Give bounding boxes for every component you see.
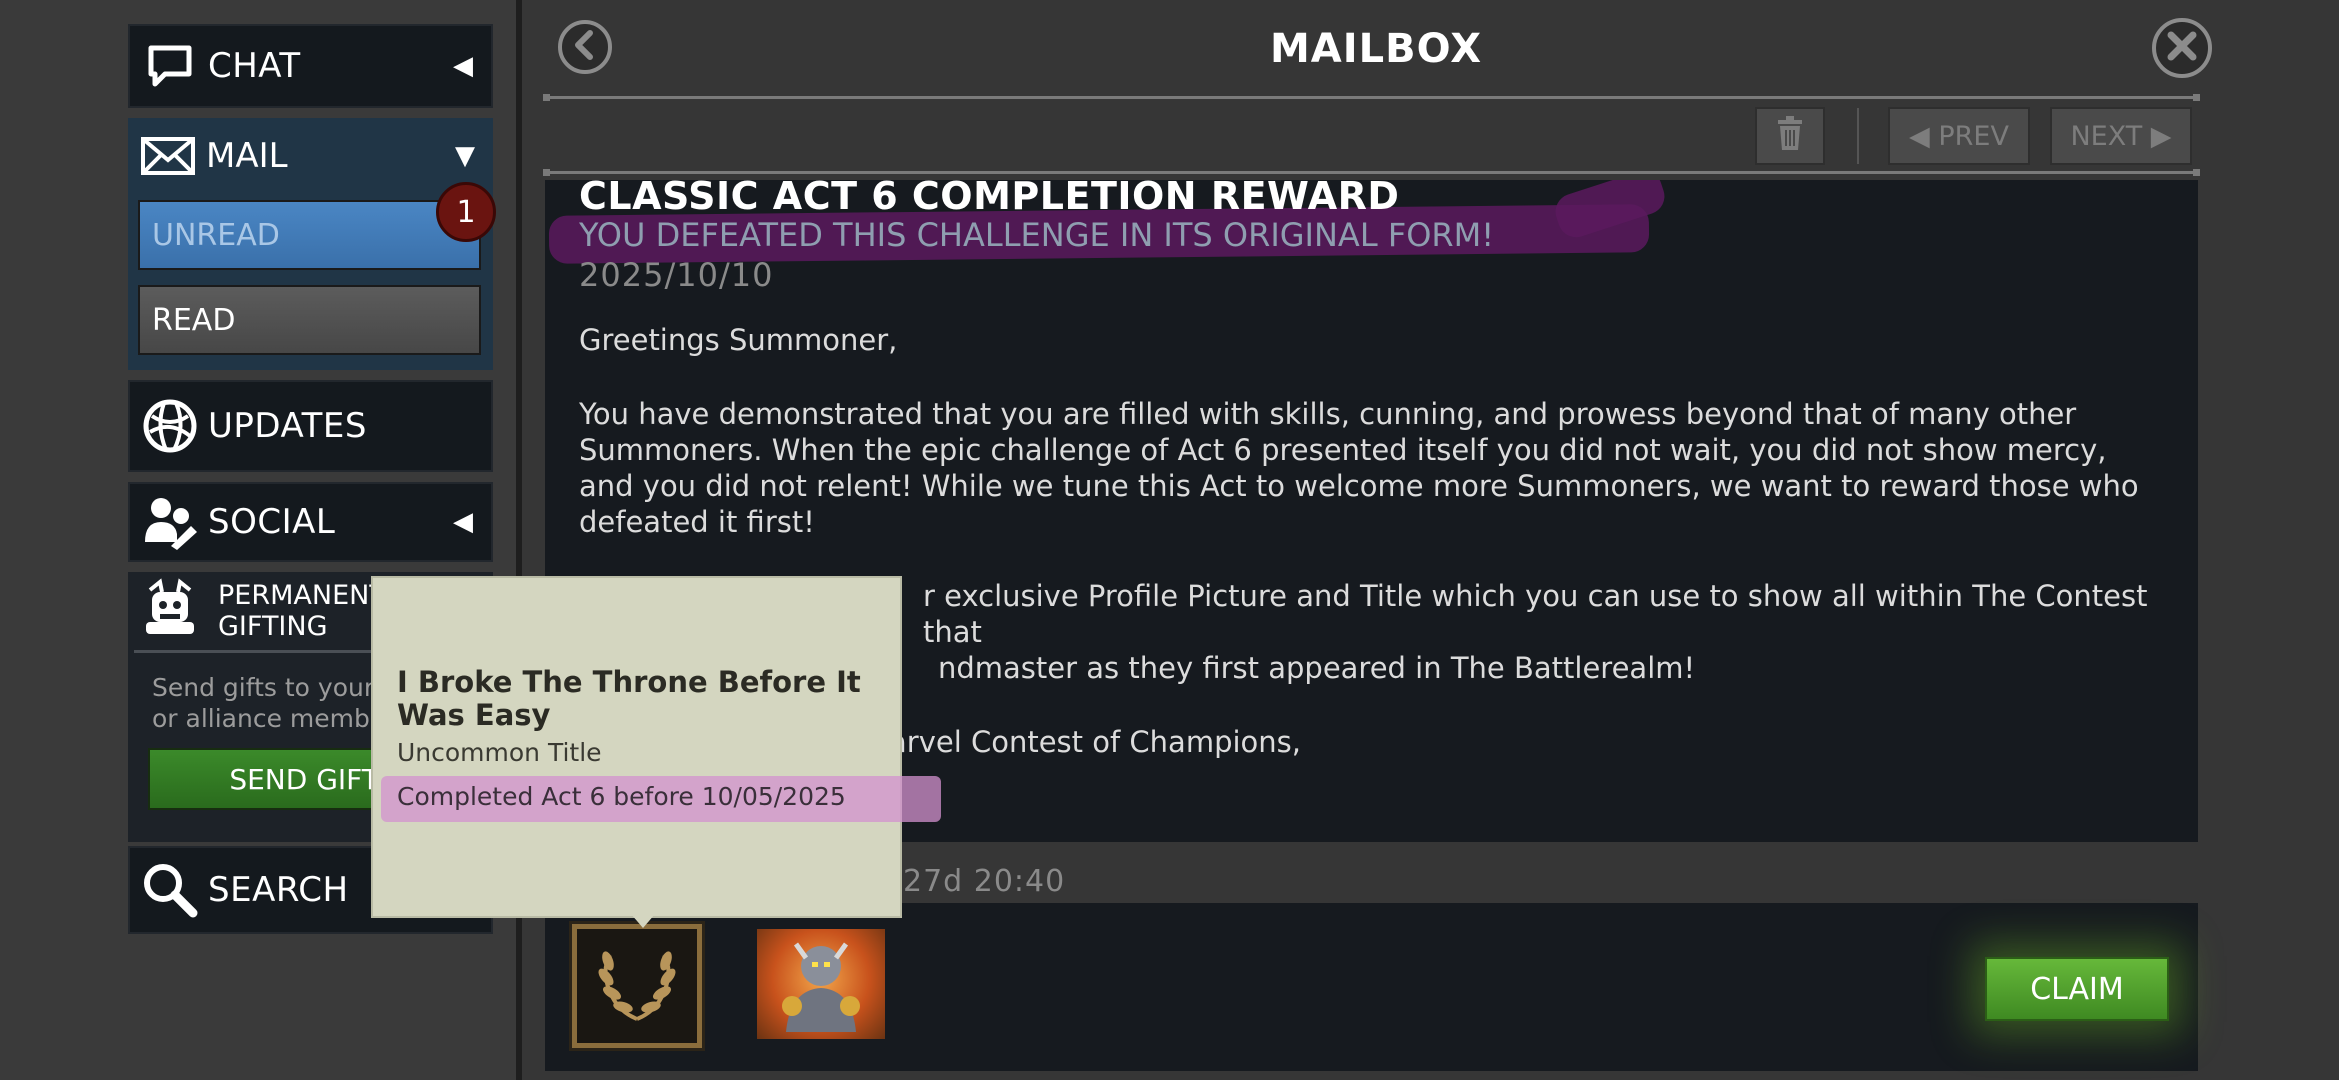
sidebar-item-label: MAIL [206, 136, 288, 176]
divider-endcap [543, 94, 550, 101]
close-button[interactable] [2152, 18, 2212, 78]
tooltip-pointer [631, 914, 655, 928]
toolbar-separator [1857, 108, 1859, 164]
next-button[interactable]: NEXT ▶ [2050, 107, 2192, 165]
tooltip-title-name: I Broke The Throne Before It Was Easy [397, 665, 861, 732]
message-paragraph-line: ndmaster as they first appeared in The B… [938, 651, 1696, 685]
sidebar-item-updates[interactable]: UPDATES [128, 380, 493, 472]
reward-profile-picture-item[interactable] [757, 929, 885, 1039]
close-icon [2166, 30, 2198, 66]
trash-icon [1776, 115, 1804, 158]
rewards-strip [545, 903, 2198, 1071]
unread-count-badge: 1 [436, 182, 496, 242]
sidebar-item-social[interactable]: SOCIAL ◀ [128, 482, 493, 562]
toolbar-divider [545, 171, 2198, 174]
message-paragraph: You have demonstrated that you are fille… [579, 397, 2139, 539]
sidebar-item-mail[interactable]: MAIL ▼ [128, 118, 493, 194]
read-label: READ [152, 302, 236, 338]
search-icon [138, 858, 202, 922]
expiry-timer: 27d 20:40 [903, 864, 1066, 899]
chevron-left-icon: ◀ [453, 51, 473, 81]
sidebar-item-chat[interactable]: CHAT ◀ [128, 24, 493, 108]
gifting-title-line2: GIFTING [218, 611, 328, 642]
divider-endcap [2193, 94, 2200, 101]
tooltip-rarity: Uncommon Title [397, 738, 602, 767]
page-title: MAILBOX [1270, 26, 1483, 72]
sidebar-item-label: UPDATES [208, 406, 367, 446]
chevron-down-icon: ▼ [455, 141, 475, 171]
tooltip-description: Completed Act 6 before 10/05/2025 [397, 782, 846, 811]
message-title: CLASSIC ACT 6 COMPLETION REWARD [579, 180, 1400, 218]
message-greeting: Greetings Summoner, [579, 323, 898, 357]
mail-filter-read[interactable]: READ [138, 285, 481, 355]
chevron-left-icon [572, 30, 598, 64]
chat-icon [138, 34, 202, 98]
gifting-title-line1: PERMANENT [218, 580, 386, 611]
envelope-icon [136, 124, 200, 188]
prev-button[interactable]: ◀ PREV [1888, 107, 2030, 165]
sidebar-item-label: SOCIAL [208, 502, 336, 542]
delete-button[interactable] [1755, 107, 1825, 165]
gifting-title: PERMANENT GIFTING [218, 580, 386, 642]
message-subtitle: YOU DEFEATED THIS CHALLENGE IN ITS ORIGI… [579, 216, 1495, 254]
chevron-left-icon: ◀ [453, 507, 473, 537]
sidebar-divider [516, 0, 522, 1080]
laurel-wreath-icon [592, 939, 682, 1033]
header-divider [545, 96, 2198, 99]
unread-label: UNREAD [152, 217, 280, 253]
divider-endcap [543, 169, 550, 176]
message-paragraph-line: r exclusive Profile Picture and Title wh… [923, 579, 2148, 649]
mail-filter-unread[interactable]: UNREAD [138, 200, 481, 270]
mail-section: MAIL ▼ UNREAD 1 READ [128, 118, 496, 370]
sidebar-item-label: CHAT [208, 46, 301, 86]
reward-title-item[interactable] [569, 921, 705, 1051]
divider-endcap [2193, 169, 2200, 176]
globe-icon [138, 394, 202, 458]
gift-bot-icon [140, 578, 200, 642]
message-date: 2025/10/10 [579, 256, 774, 294]
back-button[interactable] [558, 20, 612, 74]
sidebar-item-label: SEARCH [208, 870, 349, 910]
reward-tooltip: I Broke The Throne Before It Was Easy Un… [373, 578, 941, 928]
champion-portrait-icon [766, 932, 876, 1036]
claim-button[interactable]: CLAIM [1985, 957, 2169, 1021]
social-icon [138, 490, 202, 554]
